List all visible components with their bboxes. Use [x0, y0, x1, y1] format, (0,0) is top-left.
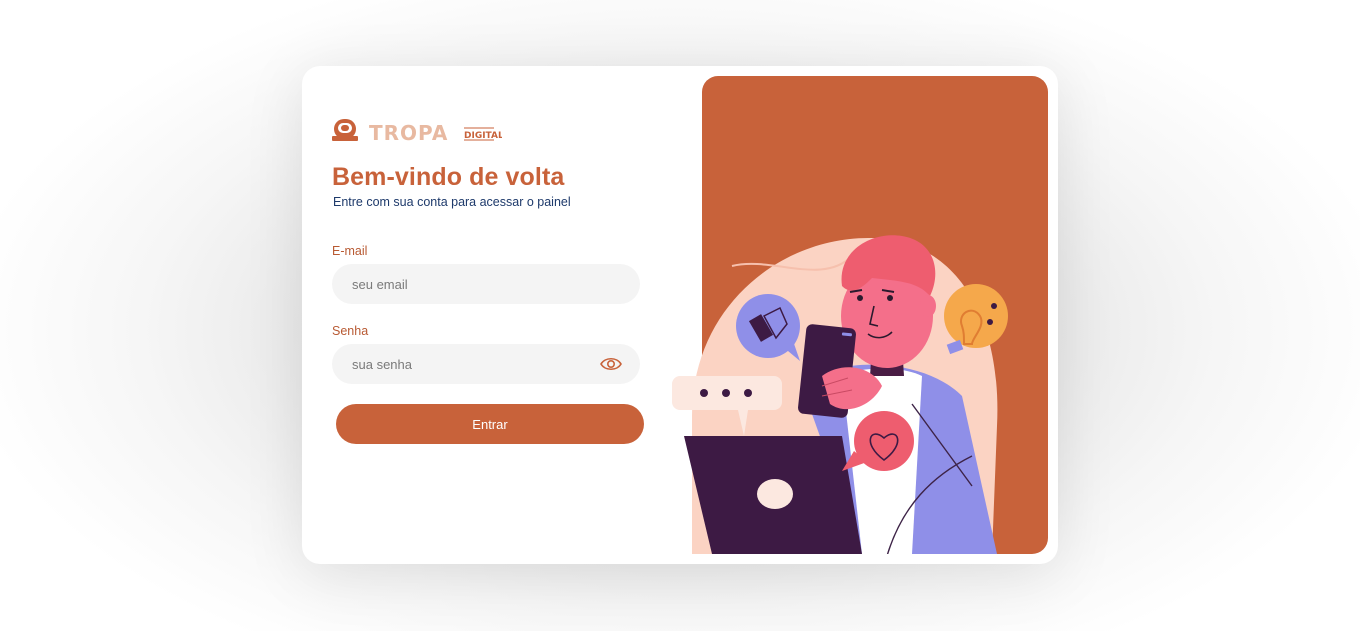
- email-field-wrapper: [332, 264, 640, 304]
- eye-icon[interactable]: [600, 355, 622, 373]
- page-subtitle: Entre com sua conta para acessar o paine…: [333, 195, 571, 209]
- email-input[interactable]: [332, 264, 592, 304]
- brand-logo: TROPA DIGITAL: [332, 119, 502, 145]
- login-card: TROPA DIGITAL Bem-vindo de volta Entre c…: [302, 66, 1058, 564]
- email-label: E-mail: [332, 244, 368, 258]
- helmet-icon: [332, 119, 358, 141]
- person-with-phone-illustration: [672, 235, 1008, 554]
- login-button[interactable]: Entrar: [336, 404, 644, 444]
- password-input[interactable]: [332, 344, 592, 384]
- logo-text: TROPA: [369, 121, 448, 145]
- password-label: Senha: [332, 324, 369, 338]
- page-title: Bem-vindo de volta: [332, 163, 565, 191]
- password-field-wrapper: [332, 344, 640, 384]
